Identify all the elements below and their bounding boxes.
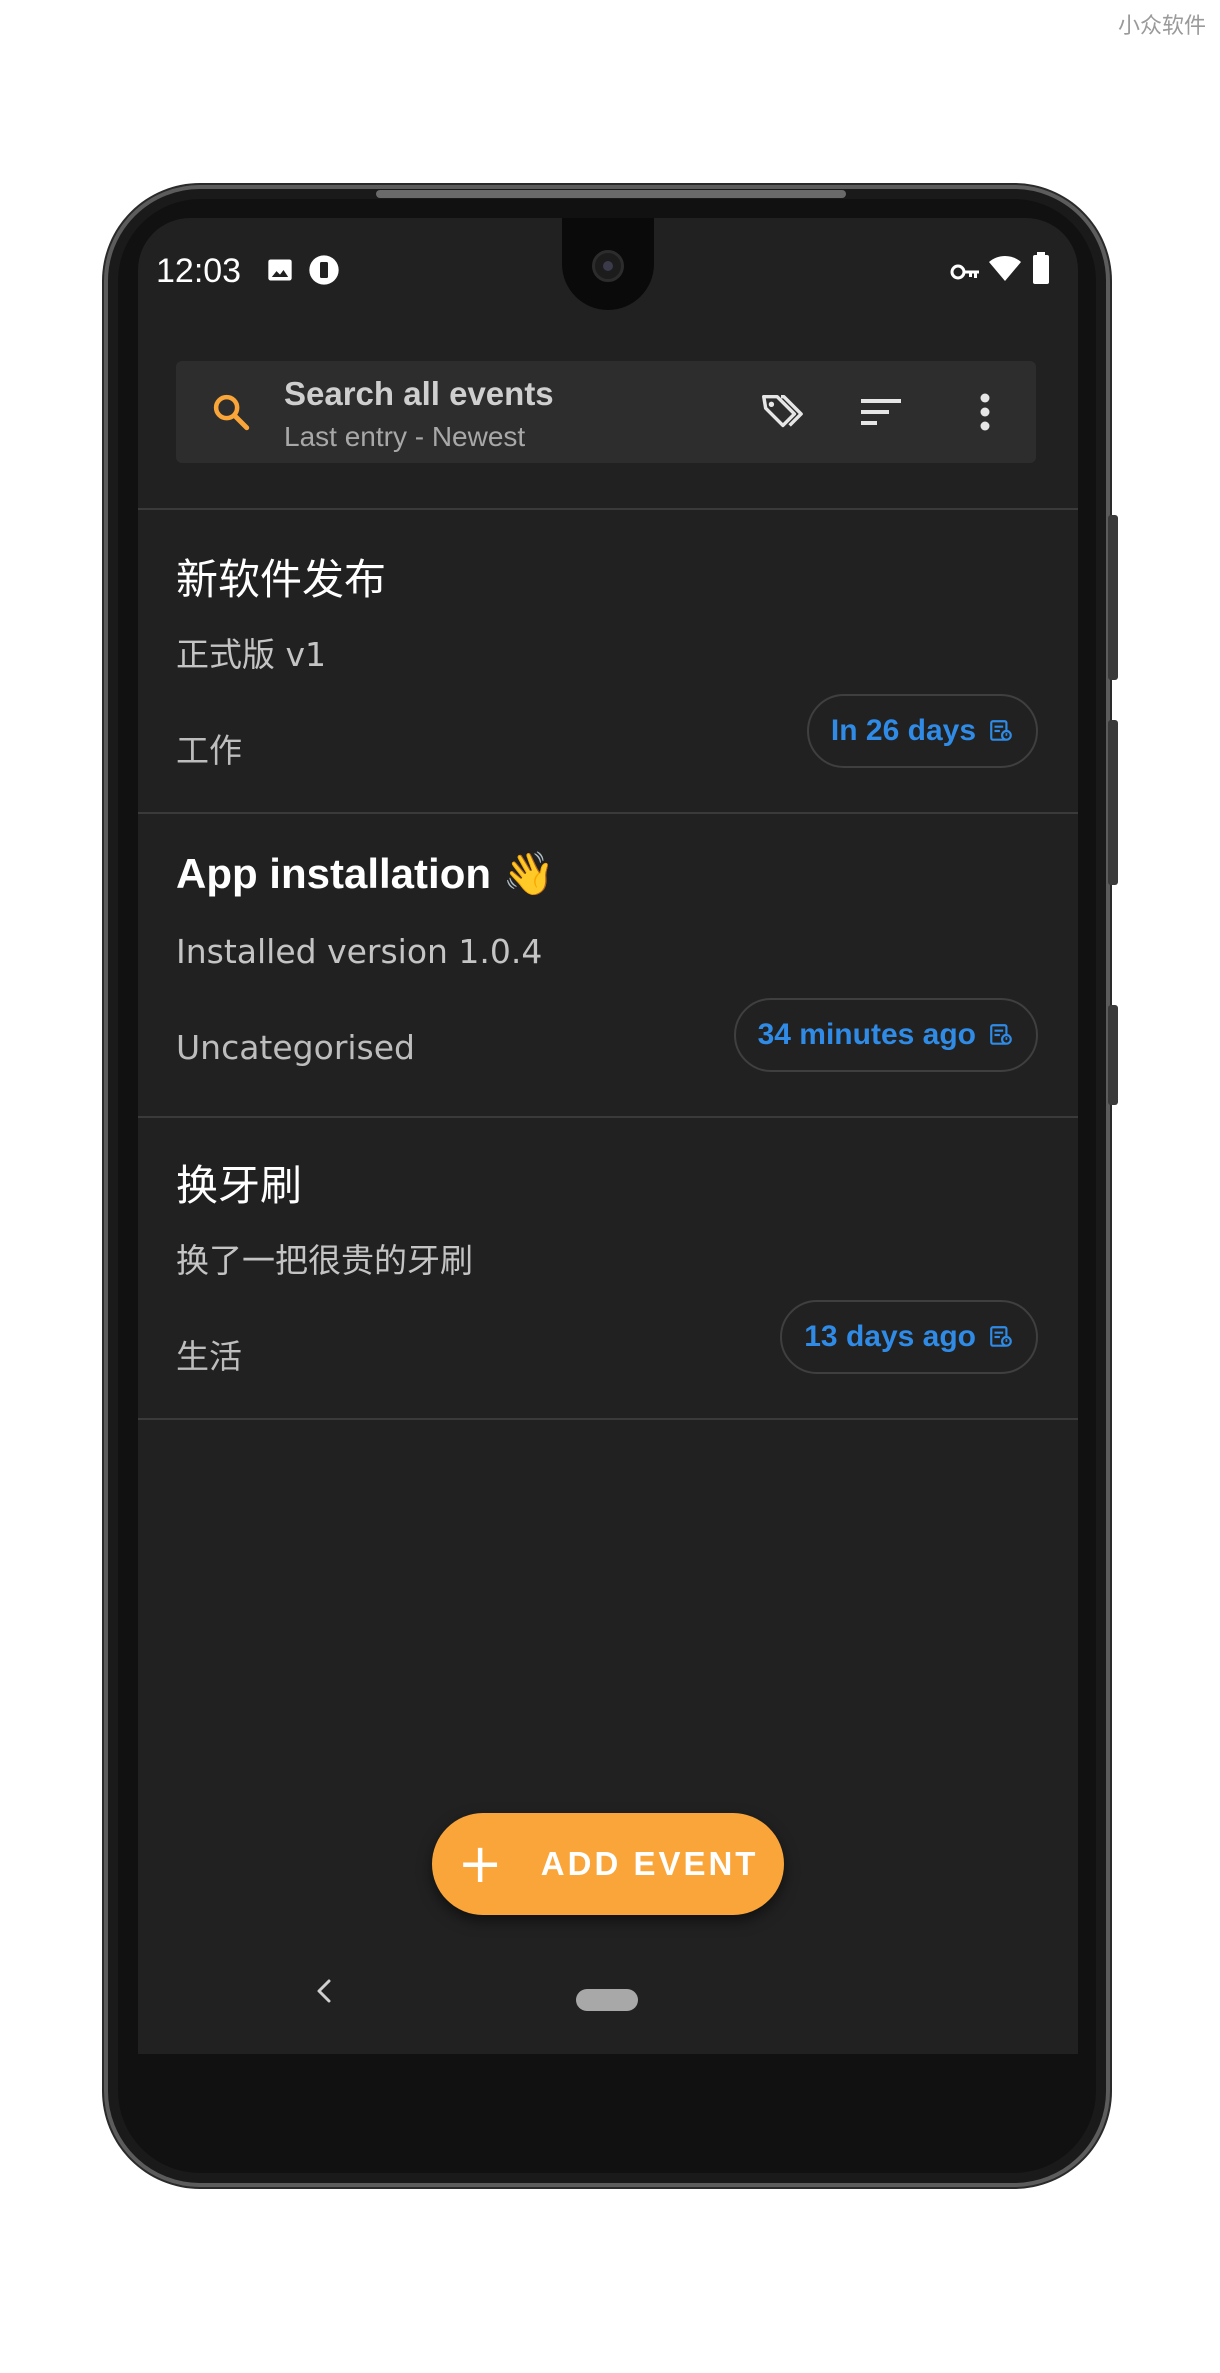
- wifi-icon: [988, 254, 1022, 287]
- add-event-button[interactable]: + ADD EVENT: [432, 1813, 784, 1915]
- tag-icon[interactable]: [756, 387, 806, 437]
- add-event-label: ADD EVENT: [540, 1845, 759, 1882]
- phone-speaker-grille: [376, 190, 846, 198]
- battery-icon: [1032, 252, 1050, 289]
- event-item[interactable]: App installation 👋 Installed version 1.0…: [138, 814, 1078, 1116]
- status-time: 12:03: [156, 252, 242, 290]
- event-time-label: 13 days ago: [804, 1320, 976, 1353]
- event-time-chip[interactable]: 13 days ago: [780, 1300, 1038, 1374]
- event-description: 正式版 v1: [176, 635, 327, 674]
- vpn-key-icon: [950, 262, 980, 287]
- event-item[interactable]: 换牙刷 换了一把很贵的牙刷 生活 13 days ago: [138, 1116, 1078, 1418]
- volume-up-button: [1108, 515, 1118, 680]
- event-category: 工作: [176, 731, 242, 770]
- event-time-chip[interactable]: In 26 days: [806, 694, 1038, 768]
- event-details-icon: [988, 718, 1014, 744]
- event-description: Installed version 1.0.4: [176, 932, 543, 971]
- plus-icon: +: [457, 1832, 503, 1895]
- home-pill[interactable]: [576, 1989, 638, 2011]
- event-time-label: 34 minutes ago: [757, 1018, 976, 1051]
- watermark: 小众软件: [1117, 14, 1206, 39]
- event-details-icon: [988, 1022, 1014, 1048]
- more-vert-icon[interactable]: [960, 387, 1010, 437]
- sort-icon[interactable]: [856, 387, 906, 437]
- divider: [138, 1418, 1078, 1420]
- back-icon[interactable]: [314, 1976, 334, 2011]
- event-title: App installation 👋: [176, 850, 555, 897]
- search-bar[interactable]: Search all events Last entry - Newest: [176, 361, 1036, 463]
- event-title: 新软件发布: [176, 555, 387, 604]
- event-time-label: In 26 days: [830, 714, 976, 747]
- event-details-icon: [988, 1324, 1014, 1350]
- event-title: 换牙刷: [176, 1161, 303, 1210]
- event-time-chip[interactable]: 34 minutes ago: [733, 998, 1038, 1072]
- search-icon[interactable]: [210, 391, 252, 438]
- volume-down-button: [1108, 720, 1118, 885]
- event-category: 生活: [176, 1337, 242, 1376]
- power-button: [1108, 1005, 1118, 1105]
- image-icon: [266, 256, 294, 289]
- event-category: Uncategorised: [176, 1028, 415, 1067]
- search-sort-subtitle: Last entry - Newest: [284, 421, 526, 452]
- event-item[interactable]: 新软件发布 正式版 v1 工作 In 26 days: [138, 510, 1078, 812]
- search-title[interactable]: Search all events: [284, 375, 554, 413]
- camera-icon: [592, 250, 624, 282]
- camera-notch: [562, 218, 654, 310]
- app-screen: 12:03 Search all events Last entry - New…: [138, 218, 1078, 2054]
- event-description: 换了一把很贵的牙刷: [176, 1241, 473, 1280]
- notification-icon: [308, 254, 340, 291]
